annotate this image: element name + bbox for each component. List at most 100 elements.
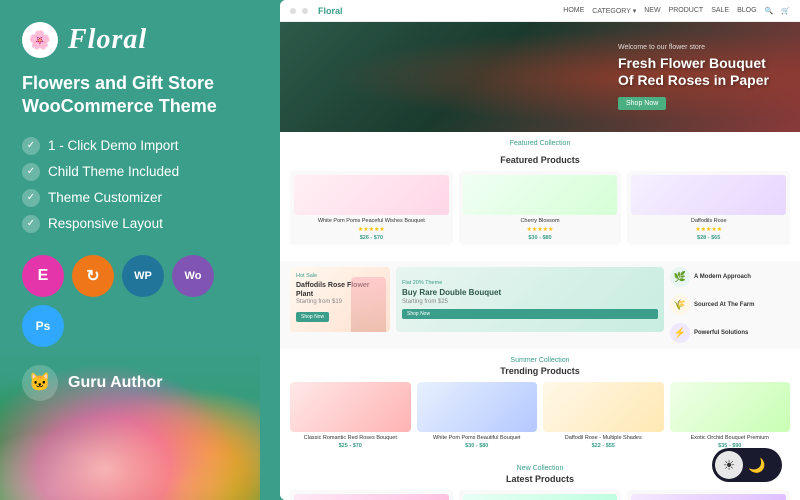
feature-label: Theme Customizer	[48, 190, 162, 205]
product-price: $30 - $80	[463, 235, 618, 241]
nav-home[interactable]: HOME	[563, 7, 584, 15]
product-image	[294, 175, 449, 215]
wordpress-badge[interactable]: WP	[122, 255, 164, 297]
latest-products-grid: New Baby Welcome - Flowers $25 - $29 Caf…	[290, 490, 790, 500]
nav-search-icon[interactable]: 🔍	[765, 7, 774, 15]
feature-mini-icon: 🌾	[670, 295, 690, 315]
banner-right-sub: Starting from $25	[402, 299, 658, 305]
featured-section: Featured Collection Featured Products Wh…	[280, 132, 800, 261]
product-card[interactable]: Cherry Blossom ★★★★★ $30 - $80	[459, 171, 622, 245]
product-image	[463, 175, 618, 215]
product-name: Cherry Blossom	[463, 218, 618, 224]
feature-label: 1 - Click Demo Import	[48, 138, 179, 153]
trending-name: Classic Romantic Red Roses Bouquet	[290, 435, 411, 441]
light-mode-option[interactable]: ☀	[715, 451, 743, 479]
nav-new[interactable]: NEW	[644, 7, 660, 15]
product-price: $26 - $70	[294, 235, 449, 241]
right-panel: Floral HOME CATEGORY ▾ NEW PRODUCT SALE …	[280, 0, 800, 500]
logo-row: 🌸 Floral	[22, 22, 260, 58]
trending-img	[670, 382, 791, 432]
featured-subtitle: Featured Collection	[290, 140, 790, 147]
feature-item: ✓ 1 - Click Demo Import	[22, 137, 260, 155]
hero-cta-button[interactable]: Shop Now	[618, 97, 666, 110]
logo-icon: 🌸	[22, 22, 58, 58]
latest-product-card[interactable]: New Baby Welcome - Flowers $25 - $29	[290, 490, 453, 500]
nav-dot	[302, 8, 308, 14]
product-image	[631, 175, 786, 215]
banner-right[interactable]: Flat 20% Theme Buy Rare Double Bouquet S…	[396, 267, 664, 332]
feature-mini-icon: 🌿	[670, 267, 690, 287]
nav-category[interactable]: CATEGORY ▾	[592, 7, 636, 15]
feature-mini-text: A Modern Approach	[694, 274, 751, 280]
trending-card[interactable]: White Pom Poms Beautiful Bouquet $30 - $…	[417, 382, 538, 449]
elementor-badge[interactable]: E	[22, 255, 64, 297]
feature-mini-icon: ⚡	[670, 323, 690, 343]
features-list: ✓ 1 - Click Demo Import ✓ Child Theme In…	[22, 137, 260, 233]
author-text: Guru Author	[68, 374, 163, 392]
trending-card[interactable]: Exotic Orchid Bouquet Premium $35 - $90	[670, 382, 791, 449]
latest-product-card[interactable]: Wonderful Pink Bouquet $28 - $65	[627, 490, 790, 500]
product-price: $28 - $65	[631, 235, 786, 241]
preview-logo: Floral	[318, 6, 343, 16]
hero-title: Fresh Flower Bouquet Of Red Roses in Pap…	[618, 55, 782, 89]
trending-card[interactable]: Classic Romantic Red Roses Bouquet $25 -…	[290, 382, 411, 449]
check-icon: ✓	[22, 215, 40, 233]
nav-blog[interactable]: BLOG	[737, 7, 756, 15]
author-row: 🐱 Guru Author	[22, 365, 260, 401]
banner-right-title: Buy Rare Double Bouquet	[402, 288, 658, 297]
nav-cart-icon[interactable]: 🛒	[781, 7, 790, 15]
feature-item: ✓ Theme Customizer	[22, 189, 260, 207]
check-icon: ✓	[22, 189, 40, 207]
logo-text: Floral	[68, 24, 147, 56]
preview-nav: HOME CATEGORY ▾ NEW PRODUCT SALE BLOG 🔍 …	[563, 7, 790, 15]
check-icon: ✓	[22, 137, 40, 155]
trending-section: Summer Collection Trending Products Clas…	[280, 349, 800, 457]
photoshop-badge[interactable]: Ps	[22, 305, 64, 347]
feature-mini-text: Powerful Solutions	[694, 330, 748, 336]
trending-price: $30 - $80	[417, 443, 538, 449]
product-name: White Pom Poms Peaceful Wishes Bouquet	[294, 218, 449, 224]
product-stars: ★★★★★	[294, 226, 449, 233]
hero-text-block: Welcome to our flower store Fresh Flower…	[600, 32, 800, 122]
tagline: Flowers and Gift Store WooCommerce Theme	[22, 72, 260, 119]
feature-label: Responsive Layout	[48, 216, 163, 231]
banner-row: Hot Sale Daffodils Rose Flower Plant Sta…	[280, 261, 800, 349]
trending-name: Exotic Orchid Bouquet Premium	[670, 435, 791, 441]
preview-content: Welcome to our flower store Fresh Flower…	[280, 22, 800, 500]
product-name: Daffodils Rose	[631, 218, 786, 224]
banner-right-tag: Flat 20% Theme	[402, 280, 658, 286]
dark-mode-toggle[interactable]: ☀ 🌙	[712, 448, 782, 482]
woocommerce-badge[interactable]: Wo	[172, 255, 214, 297]
preview-header: Floral HOME CATEGORY ▾ NEW PRODUCT SALE …	[280, 0, 800, 22]
latest-product-card[interactable]: Cafe Flowers (Mixed) - Lost Orchid Forms…	[459, 490, 622, 500]
trending-card[interactable]: Daffodil Rose - Multiple Shades $22 - $5…	[543, 382, 664, 449]
banner-person	[351, 277, 386, 332]
banner-left[interactable]: Hot Sale Daffodils Rose Flower Plant Sta…	[290, 267, 390, 332]
trending-img	[290, 382, 411, 432]
preview-container: Floral HOME CATEGORY ▾ NEW PRODUCT SALE …	[280, 0, 800, 500]
tech-badges: E ↻ WP Wo Ps	[22, 255, 260, 347]
feature-mini-item: 🌾 Sourced At The Farm	[670, 295, 790, 315]
trending-subtitle: Summer Collection	[290, 357, 790, 364]
product-stars: ★★★★★	[463, 226, 618, 233]
product-card[interactable]: Daffodils Rose ★★★★★ $28 - $65	[627, 171, 790, 245]
hero-subtitle: Welcome to our flower store	[618, 44, 782, 51]
nav-product[interactable]: PRODUCT	[669, 7, 704, 15]
feature-item: ✓ Responsive Layout	[22, 215, 260, 233]
latest-product-img	[463, 494, 618, 500]
featured-products-grid: White Pom Poms Peaceful Wishes Bouquet ★…	[290, 171, 790, 245]
trending-name: White Pom Poms Beautiful Bouquet	[417, 435, 538, 441]
featured-title: Featured Products	[290, 155, 790, 165]
sun-icon: ☀	[723, 457, 736, 474]
nav-sale[interactable]: SALE	[711, 7, 729, 15]
feature-mini-item: ⚡ Powerful Solutions	[670, 323, 790, 343]
trending-price: $22 - $55	[543, 443, 664, 449]
product-card[interactable]: White Pom Poms Peaceful Wishes Bouquet ★…	[290, 171, 453, 245]
child-theme-badge[interactable]: ↻	[72, 255, 114, 297]
features-mini-row: 🌿 A Modern Approach 🌾 Sourced At The Far…	[670, 267, 790, 343]
banner-right-btn[interactable]: Shop Now	[402, 309, 658, 319]
trending-img	[543, 382, 664, 432]
banner-left-btn[interactable]: Shop Now	[296, 312, 329, 322]
dark-mode-option[interactable]: 🌙	[743, 451, 771, 479]
nav-dot	[290, 8, 296, 14]
